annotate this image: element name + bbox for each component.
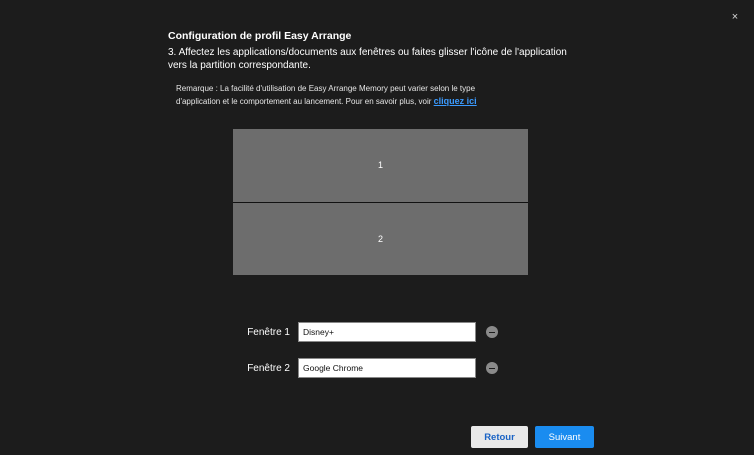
note-text: Remarque : La facilité d'utilisation de … bbox=[176, 83, 516, 108]
partition-1[interactable]: 1 bbox=[233, 129, 528, 202]
note-body: Remarque : La facilité d'utilisation de … bbox=[176, 84, 476, 106]
window-row-1: Fenêtre 1 bbox=[230, 322, 498, 342]
page-title: Configuration de profil Easy Arrange bbox=[168, 30, 352, 42]
partition-1-label: 1 bbox=[377, 160, 383, 171]
remove-icon[interactable] bbox=[486, 326, 498, 338]
easy-arrange-dialog: × Configuration de profil Easy Arrange 3… bbox=[0, 0, 754, 455]
close-icon[interactable]: × bbox=[728, 10, 742, 24]
back-button[interactable]: Retour bbox=[471, 426, 528, 448]
learn-more-link[interactable]: cliquez ici bbox=[434, 96, 477, 106]
partition-2-label: 2 bbox=[377, 233, 383, 244]
window-1-label: Fenêtre 1 bbox=[247, 326, 290, 338]
window-2-input[interactable] bbox=[298, 358, 476, 378]
partition-2[interactable]: 2 bbox=[233, 203, 528, 276]
step-instruction: 3. Affectez les applications/documents a… bbox=[168, 47, 567, 71]
remove-icon[interactable] bbox=[486, 362, 498, 374]
window-2-label: Fenêtre 2 bbox=[247, 362, 290, 374]
next-button[interactable]: Suivant bbox=[535, 426, 594, 448]
layout-preview: 1 2 bbox=[233, 129, 528, 275]
window-1-input[interactable] bbox=[298, 322, 476, 342]
window-row-2: Fenêtre 2 bbox=[230, 358, 498, 378]
